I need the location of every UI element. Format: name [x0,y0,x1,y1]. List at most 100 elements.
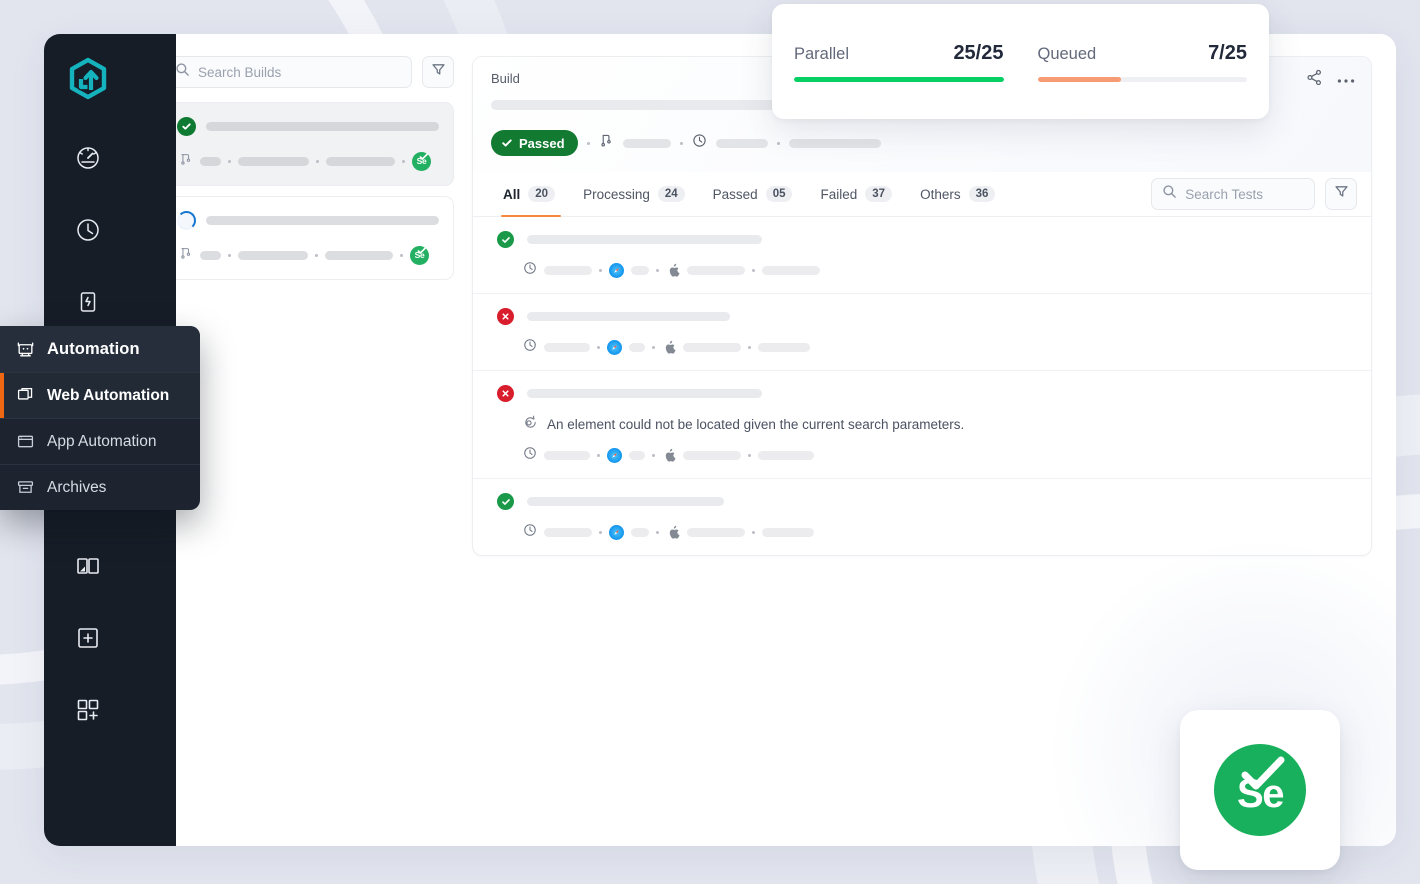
sidebar-item-dashboard[interactable] [66,136,110,180]
skeleton-branch-value [622,138,671,148]
plus-square-icon [75,625,101,651]
test-row-meta [497,261,1353,280]
share-icon[interactable] [1306,69,1323,91]
tab-count: 37 [865,186,893,202]
selenium-logo-card: Se [1180,710,1340,870]
test-row-2[interactable] [473,294,1371,371]
tab-passed[interactable]: Passed 05 [699,172,807,216]
stat-progress-track [794,76,1004,82]
status-passed-icon [177,117,196,136]
funnel-icon [1334,184,1349,204]
sidebar-item-split-view[interactable] [66,544,110,588]
tab-failed[interactable]: Failed 37 [806,172,906,216]
sidebar-item-new[interactable] [66,616,110,660]
test-row-header [497,493,1353,510]
search-tests-box[interactable] [1151,178,1315,210]
skeleton-duration [544,451,590,460]
lambdatest-logo[interactable] [65,56,111,102]
build-list-item-1[interactable]: Se [164,102,454,186]
skeleton-os-version [683,343,741,352]
automation-device-icon [16,340,35,359]
test-row-1[interactable] [473,217,1371,294]
tests-tab-bar: All 20 Processing 24 Passed 05 Failed 37… [473,172,1371,217]
skeleton-browser-version [629,343,645,352]
tab-processing[interactable]: Processing 24 [569,172,699,216]
skeleton-meta-1 [200,157,221,166]
search-icon [175,62,190,82]
tab-count: 05 [765,186,793,202]
tab-label: All [503,186,521,202]
test-row-meta [497,523,1353,542]
search-tests-input[interactable] [1185,186,1304,202]
flyout-item-app-automation[interactable]: App Automation [0,418,200,464]
meta-separator [656,531,659,534]
app-window-icon [16,432,35,451]
skeleton-meta-1 [200,251,221,260]
tab-label: Failed [820,186,858,202]
sidebar-item-history[interactable] [66,208,110,252]
tab-others[interactable]: Others 36 [906,172,1009,216]
tab-count: 36 [968,186,996,202]
build-card-meta: Se [177,246,439,265]
stat-value: 7/25 [1208,41,1247,64]
skeleton-duration-value [715,138,768,148]
windows-stack-icon [16,386,35,405]
concurrency-stats-card: Parallel 25/25 Queued 7/25 [772,4,1269,119]
flyout-header: Automation [0,326,200,372]
meta-separator [599,531,602,534]
skeleton-test-name [527,497,724,506]
tab-label: Passed [712,186,758,202]
status-failed-icon [497,385,514,402]
skeleton-extra [758,451,814,460]
build-list-item-2[interactable]: Se [164,196,454,280]
safari-icon [609,525,624,540]
branch-icon [179,152,193,171]
test-row-4[interactable] [473,479,1371,555]
flyout-item-archives[interactable]: Archives [0,464,200,510]
skeleton-os-version [687,528,745,537]
skeleton-user-value [788,138,881,148]
check-icon [1240,756,1286,799]
stat-progress-fill [794,76,1004,82]
stat-progress-fill [1037,76,1122,82]
build-card-header [177,117,439,136]
meta-separator [228,254,231,257]
skeleton-test-name [527,312,730,321]
meta-separator [586,141,590,145]
flyout-item-web-automation[interactable]: Web Automation [0,372,200,418]
build-header-actions [1306,69,1355,91]
sidebar-item-automation[interactable] [66,280,110,324]
skeleton-test-name [527,235,762,244]
builds-filter-button[interactable] [422,56,454,88]
split-panel-icon [75,553,101,579]
meta-separator [752,531,755,534]
meta-separator [228,160,231,163]
selenium-badge: Se [410,246,429,265]
apple-icon [662,448,676,463]
skeleton-os-version [683,451,741,460]
status-passed-icon [497,231,514,248]
skeleton-os-version [687,266,745,275]
more-horizontal-icon[interactable] [1337,71,1355,89]
clock-icon [692,133,707,153]
build-card-meta: Se [177,152,439,171]
tab-all[interactable]: All 20 [495,172,569,217]
search-builds-box[interactable] [164,56,412,88]
skeleton-extra [762,266,820,275]
safari-icon [609,263,624,278]
skeleton-browser-version [629,451,645,460]
tests-filter-button[interactable] [1325,178,1357,210]
status-badge-label: Passed [519,135,565,151]
stat-label: Parallel [794,44,850,63]
sidebar-item-apps[interactable] [66,688,110,732]
build-card-header [177,211,439,230]
meta-separator [748,346,751,349]
search-builds-input[interactable] [198,64,401,80]
stat-parallel: Parallel 25/25 [794,42,1004,82]
clock-icon [523,261,537,280]
build-status-row: Passed [491,130,1353,156]
test-row-3[interactable]: An element could not be located given th… [473,371,1371,479]
stat-queued: Queued 7/25 [1037,41,1247,82]
build-detail-panel: Build Passed All 20 Processing 24 Passed… [472,56,1372,556]
selenium-logo: Se [1214,744,1306,836]
